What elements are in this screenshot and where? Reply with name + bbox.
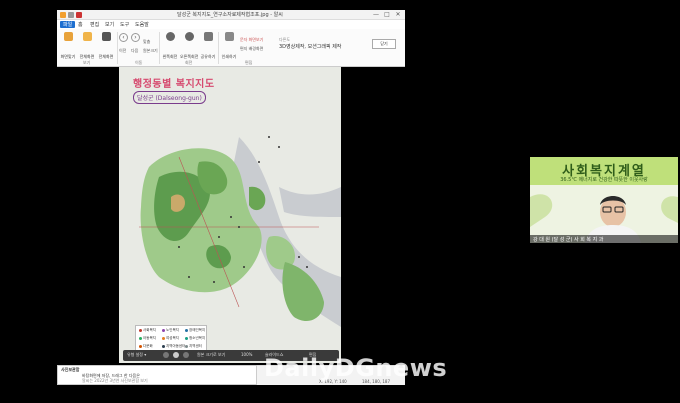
legend-item: 다문화 [139, 344, 153, 349]
photo-storage-popup[interactable]: 사진보관함 바탕화면에 저장, 드래그 한 다음은 알씨는 2022년 3년연 … [57, 365, 257, 385]
rotate-left-button[interactable]: 왼쪽회전 [161, 32, 179, 62]
divider [159, 32, 160, 64]
legend-item: 장애인복지 [185, 328, 205, 333]
divider [117, 32, 118, 64]
print-icon [224, 32, 234, 41]
divider [218, 32, 219, 64]
menu-bar: 파일 홈 편집 보기 도구 도움말 [57, 20, 405, 29]
welfare-map-image [119, 67, 341, 363]
group-view-label: 보기 [83, 60, 91, 65]
fit-screen-button[interactable]: 화면맞기 [59, 32, 77, 62]
speaker-name: 강 대 원 (달 성 군) 사 회 복 지 과 [533, 237, 604, 243]
play-icon[interactable] [173, 352, 179, 358]
menu-tools[interactable]: 도구 [120, 21, 129, 28]
map-subtitle: 달성군 (Dalseong-gun) [133, 91, 206, 104]
original-size-button[interactable]: 원본 크기로 보기 [197, 352, 225, 358]
print-button[interactable]: 인쇄하기 [220, 32, 238, 62]
save-icon[interactable] [68, 12, 74, 18]
presenter-video [530, 194, 678, 243]
map-legend: 사회복지 노인복지 장애인복지 아동복지 여성복지 청소년복지 다문화 지역아동… [135, 325, 207, 351]
legend-item: 노인복지 [162, 328, 179, 333]
menu-help[interactable]: 도움말 [135, 21, 149, 28]
webcam-feed: 사회복지계열 36.5℃ 에너지로 건강한 따뜻한 이웃사랑 강 대 원 (달 … [530, 157, 678, 243]
maximize-button[interactable]: □ [382, 11, 392, 18]
fullscreen-icon [82, 32, 92, 41]
prev-label: 이전 [119, 48, 127, 53]
ribbon-toolbar: 화면맞기 전체화면 전체화면 ‹ › 이전 다음 맞춤 원본크기 왼쪽회전 오른… [57, 29, 405, 67]
wallpaper-option[interactable]: 편지 배경화면 [240, 46, 263, 52]
map-title: 행정동별 복지지도 [133, 79, 215, 90]
rotate-right-button[interactable]: 오른쪽회전 [180, 32, 198, 62]
legend-item: 사회복지 [139, 328, 156, 333]
screen: 달성군 복지지도_연구소자료제작협조포.jpg - 알씨 — □ ✕ 파일 홈 … [0, 0, 680, 403]
fit-small-label[interactable]: 맞춤 [143, 39, 150, 45]
share-button[interactable]: 공유하기 [199, 32, 217, 62]
popup-line2: 알씨는 2022년 3년연 사진보관함 보기 [82, 378, 148, 383]
ad-close-button[interactable]: 닫기 [372, 39, 396, 49]
legend-item: 청소년복지 [185, 336, 205, 341]
next-circle-icon[interactable]: › [131, 33, 140, 42]
popup-title: 사진보관함 [61, 367, 80, 372]
zoom-level: 100% [241, 352, 253, 357]
undo-icon[interactable] [76, 12, 82, 18]
fit-screen-icon [63, 32, 73, 41]
ad-text[interactable]: 3D영상제작, 모션그래픽 제작 [279, 43, 341, 50]
rotate-left-icon [165, 32, 175, 41]
legend-item: 지역센터 [185, 344, 202, 349]
speaker-name-tag: 강 대 원 (달 성 군) 사 회 복 지 과 [530, 235, 678, 243]
view-text-option[interactable]: 문자 화면보기 [240, 37, 263, 43]
map-photo: 행정동별 복지지도 달성군 (Dalseong-gun) 사회복지 노인복지 장… [119, 67, 341, 363]
image-viewer-window: 달성군 복지지도_연구소자료제작협조포.jpg - 알씨 — □ ✕ 파일 홈 … [57, 10, 405, 385]
legend-item: 아동복지 [139, 336, 156, 341]
fullscreen-button[interactable]: 전체화면 [78, 32, 96, 62]
app-logo-icon [60, 12, 66, 18]
rotate-right-icon [184, 32, 194, 41]
group-move-label: 이동 [135, 60, 143, 65]
menu-home[interactable]: 홈 [78, 21, 83, 28]
fullscreen2-button[interactable]: 전체화면 [97, 32, 115, 62]
group-rotate-label: 회전 [185, 60, 193, 65]
menu-edit[interactable]: 편집 [90, 21, 99, 28]
watermark-logo: DailyDGnews [264, 354, 448, 382]
menu-file[interactable]: 파일 [60, 21, 76, 28]
monitor-icon [101, 32, 111, 41]
minimize-button[interactable]: — [371, 11, 381, 18]
legend-item: 지역아동센터 [162, 344, 185, 349]
image-canvas: 행정동별 복지지도 달성군 (Dalseong-gun) 사회복지 노인복지 장… [57, 67, 405, 365]
prev-circle-icon[interactable]: ‹ [119, 33, 128, 42]
next-icon[interactable] [183, 352, 189, 358]
share-icon [203, 32, 213, 41]
next-label: 다음 [131, 48, 139, 53]
prev-icon[interactable] [163, 352, 169, 358]
window-title: 달성군 복지지도_연구소자료제작협조포.jpg - 알씨 [177, 12, 283, 18]
view-type-dropdown[interactable]: 유형 설정 ▾ [127, 352, 146, 358]
title-bar: 달성군 복지지도_연구소자료제작협조포.jpg - 알씨 — □ ✕ [57, 10, 405, 20]
menu-view[interactable]: 보기 [105, 21, 114, 28]
legend-item: 여성복지 [162, 336, 179, 341]
group-edit-label: 편집 [245, 60, 253, 65]
original-size-label[interactable]: 원본크기 [143, 48, 158, 54]
close-button[interactable]: ✕ [393, 11, 403, 18]
